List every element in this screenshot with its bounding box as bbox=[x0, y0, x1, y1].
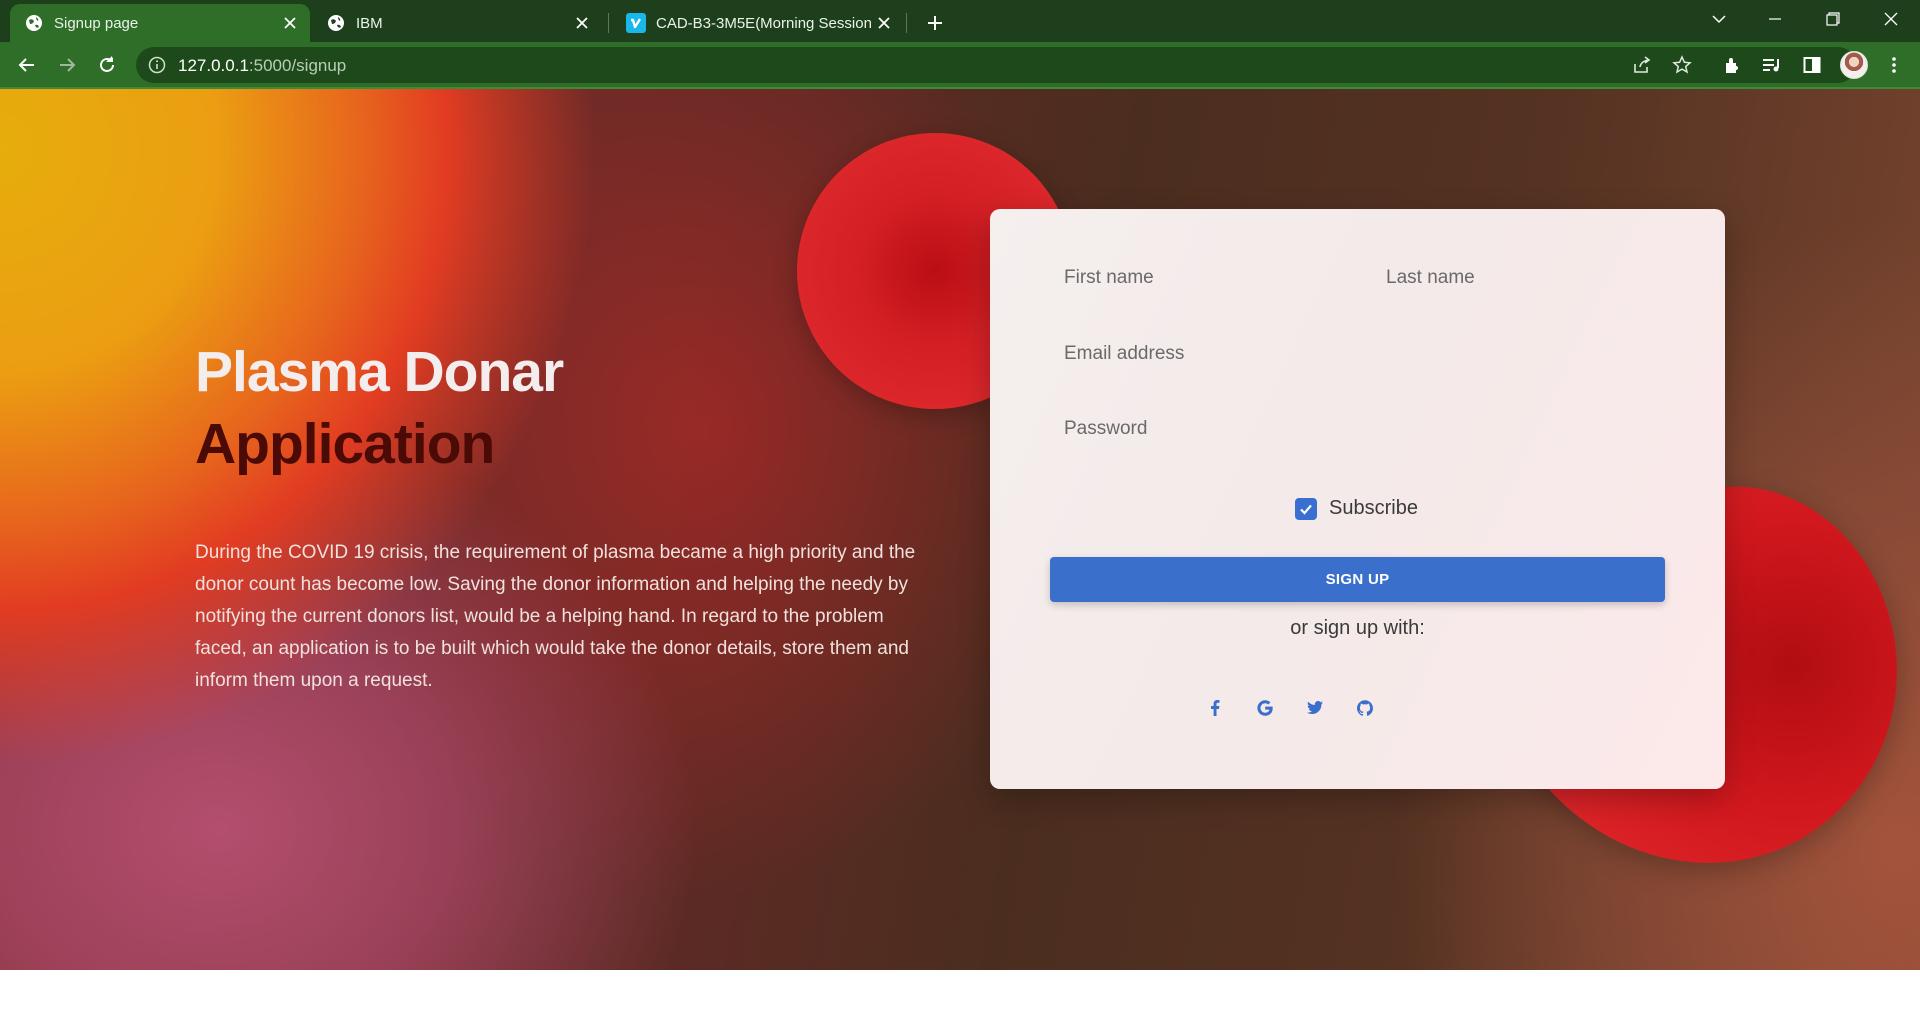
subscribe-checkbox[interactable] bbox=[1295, 497, 1317, 520]
bookmark-star-icon[interactable] bbox=[1671, 54, 1693, 76]
new-tab-icon[interactable] bbox=[921, 9, 949, 37]
url-text: 127.0.0.1:5000/signup bbox=[178, 56, 346, 76]
site-info-icon[interactable] bbox=[148, 56, 166, 74]
google-icon[interactable] bbox=[1253, 696, 1277, 720]
github-icon[interactable] bbox=[1353, 696, 1377, 720]
globe-icon bbox=[24, 13, 44, 33]
vimeo-icon bbox=[626, 13, 646, 33]
title-line-2: Application bbox=[195, 412, 495, 476]
page-title: Plasma Donar Application bbox=[195, 336, 564, 480]
tab-separator bbox=[906, 13, 907, 33]
back-icon[interactable] bbox=[12, 50, 42, 80]
tab-ibm[interactable]: IBM bbox=[312, 4, 602, 42]
media-control-icon[interactable] bbox=[1760, 53, 1784, 77]
tab-title: Signup page bbox=[54, 14, 139, 32]
sign-up-button[interactable]: SIGN UP bbox=[1050, 557, 1665, 602]
extensions-icon[interactable] bbox=[1720, 53, 1744, 77]
forward-icon[interactable] bbox=[52, 50, 82, 80]
tab-title: CAD-B3-3M5E(Morning Session) bbox=[656, 14, 872, 32]
globe-icon bbox=[326, 13, 346, 33]
minimize-icon[interactable] bbox=[1752, 2, 1798, 36]
facebook-icon[interactable] bbox=[1203, 696, 1227, 720]
social-signup-prompt: or sign up with: bbox=[1290, 617, 1425, 639]
checkmark-icon bbox=[1300, 504, 1312, 515]
tab-cad-session[interactable]: CAD-B3-3M5E(Morning Session) bbox=[612, 4, 904, 42]
reload-icon[interactable] bbox=[92, 50, 122, 80]
signup-page: Plasma Donar Application During the COVI… bbox=[0, 89, 1920, 970]
share-icon[interactable] bbox=[1631, 54, 1653, 76]
tab-search-icon[interactable] bbox=[1696, 2, 1742, 36]
url-path: :5000/signup bbox=[248, 56, 347, 75]
tab-strip: Signup page IBM CAD-B3-3M5E(Morning Sess… bbox=[0, 0, 1920, 42]
subscribe-label: Subscribe bbox=[1329, 497, 1418, 519]
side-panel-icon[interactable] bbox=[1800, 53, 1824, 77]
last-name-input[interactable] bbox=[1382, 257, 1682, 299]
close-tab-icon[interactable] bbox=[570, 11, 594, 35]
close-tab-icon[interactable] bbox=[278, 11, 302, 35]
close-tab-icon[interactable] bbox=[872, 11, 896, 35]
first-name-input[interactable] bbox=[1060, 257, 1360, 299]
url-host: 127.0.0.1 bbox=[178, 56, 249, 75]
signup-form-card: Subscribe SIGN UP or sign up with: bbox=[990, 209, 1725, 789]
tab-title: IBM bbox=[356, 14, 383, 32]
close-window-icon[interactable] bbox=[1868, 2, 1914, 36]
more-menu-icon[interactable] bbox=[1882, 53, 1906, 77]
profile-avatar[interactable] bbox=[1840, 51, 1868, 79]
address-bar[interactable]: 127.0.0.1:5000/signup bbox=[136, 47, 1856, 83]
title-line-1: Plasma Donar bbox=[195, 340, 564, 404]
app-description: During the COVID 19 crisis, the requirem… bbox=[195, 542, 916, 691]
twitter-icon[interactable] bbox=[1303, 696, 1327, 720]
tab-separator bbox=[608, 13, 609, 33]
password-input[interactable] bbox=[1060, 408, 1670, 450]
browser-toolbar: 127.0.0.1:5000/signup bbox=[0, 42, 1920, 88]
tab-signup-page[interactable]: Signup page bbox=[10, 4, 310, 42]
email-input[interactable] bbox=[1060, 333, 1670, 375]
subscribe-row: Subscribe bbox=[1295, 497, 1418, 520]
restore-icon[interactable] bbox=[1810, 2, 1856, 36]
